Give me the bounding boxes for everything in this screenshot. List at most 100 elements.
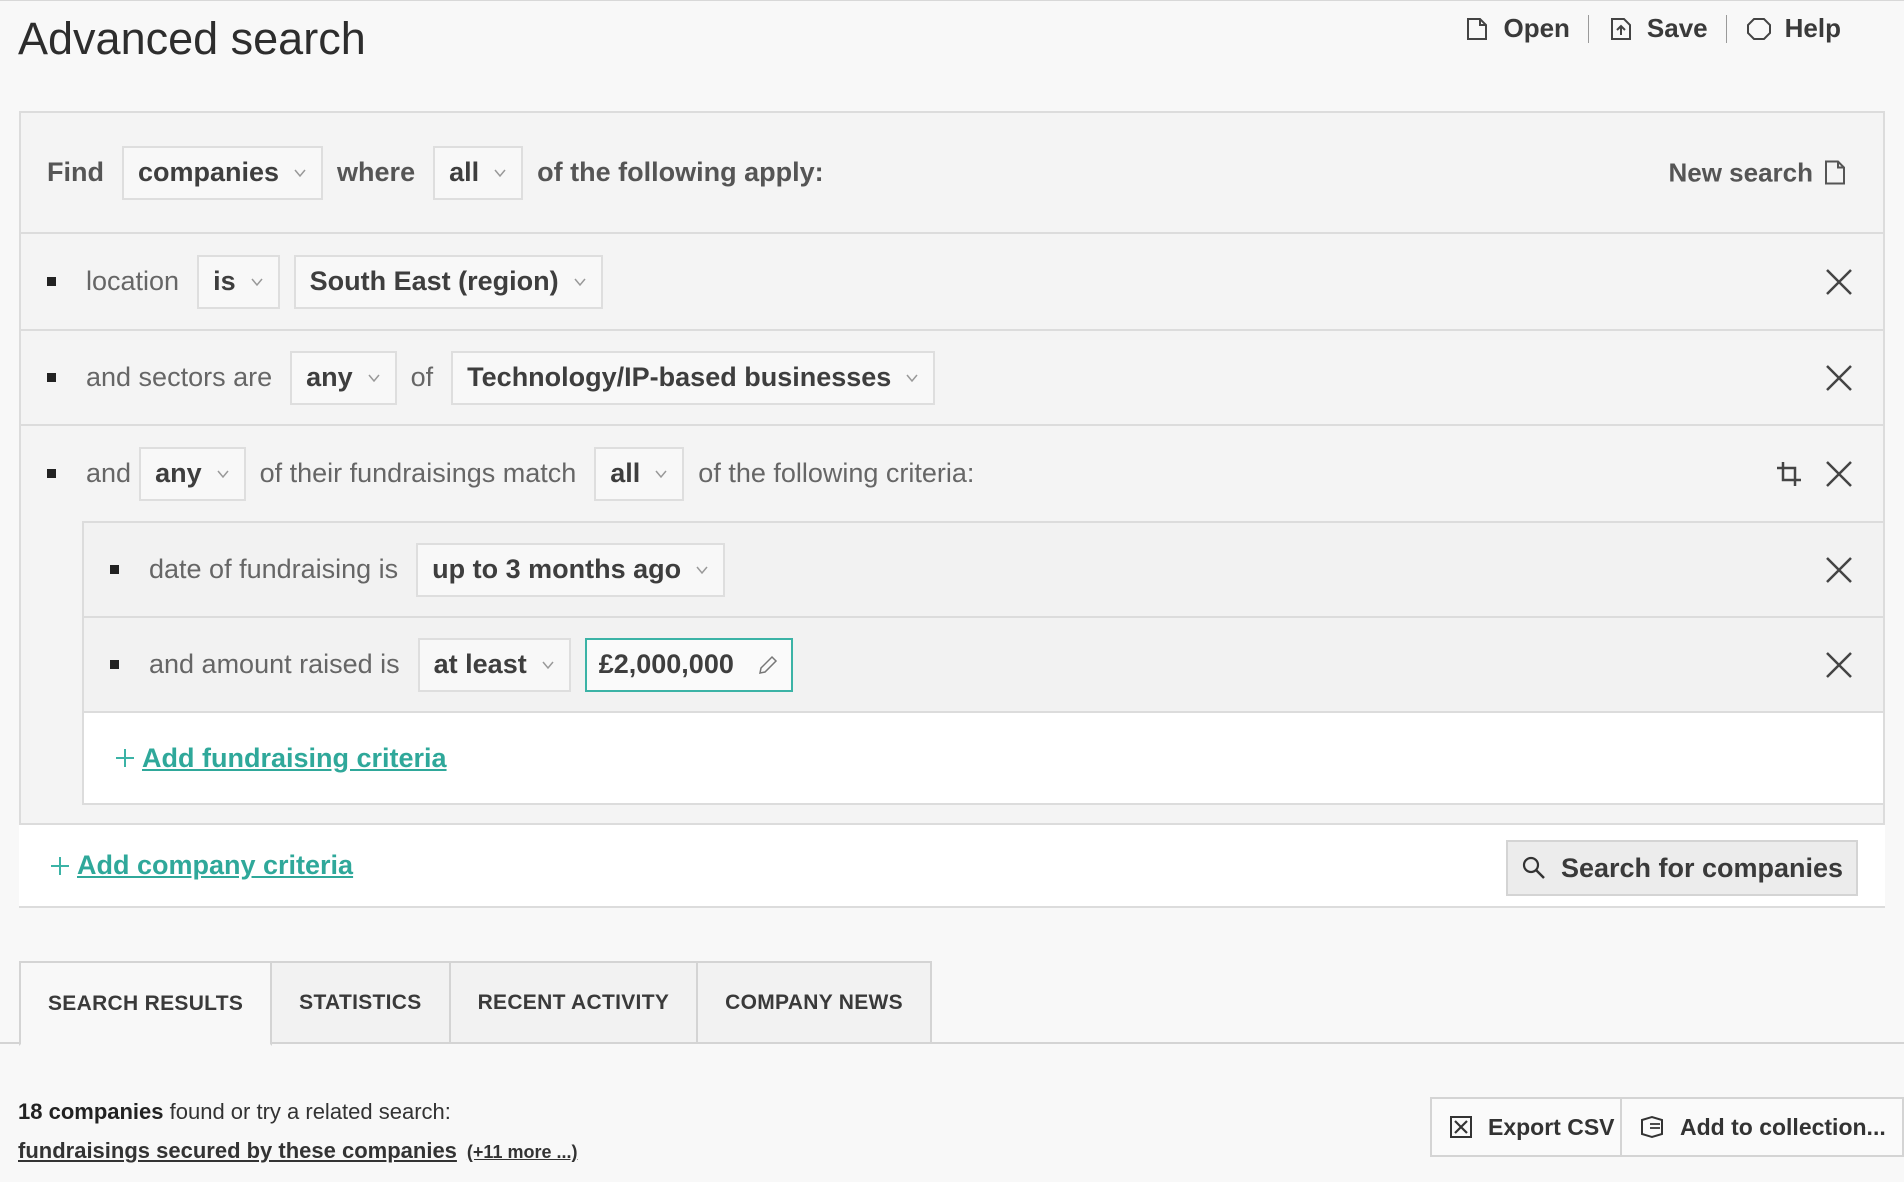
criteria-row-location: location is South East (region) bbox=[21, 234, 1883, 331]
export-csv-button[interactable]: Export CSV bbox=[1430, 1097, 1633, 1157]
plus-icon bbox=[116, 749, 134, 767]
new-document-icon bbox=[1825, 160, 1845, 185]
save-icon bbox=[1610, 17, 1631, 40]
crop-icon[interactable] bbox=[1775, 460, 1803, 488]
add-fundraising-label: Add fundraising criteria bbox=[142, 742, 447, 773]
open-label: Open bbox=[1503, 13, 1570, 43]
sectors-label: and sectors are bbox=[86, 362, 273, 392]
quantifier-value: any bbox=[306, 362, 353, 392]
location-label: location bbox=[86, 266, 180, 296]
amount-input[interactable]: £2,000,000 bbox=[584, 637, 793, 692]
and-label: and bbox=[86, 458, 132, 488]
sectors-quantifier-dropdown[interactable]: any bbox=[290, 350, 397, 405]
add-company-criteria-link[interactable]: Add company criteria bbox=[49, 850, 353, 881]
chevron-down-icon bbox=[542, 661, 554, 669]
bullet bbox=[47, 469, 56, 478]
close-icon[interactable] bbox=[1823, 266, 1855, 298]
operator-value: is bbox=[213, 266, 236, 296]
results-tabs: SEARCH RESULTS STATISTICS RECENT ACTIVIT… bbox=[19, 961, 932, 1046]
quantifier-value: any bbox=[155, 458, 202, 488]
chevron-down-icon bbox=[251, 278, 263, 286]
bullet bbox=[47, 277, 56, 286]
chevron-down-icon bbox=[294, 169, 306, 177]
page-title: Advanced search bbox=[18, 13, 366, 64]
search-builder: Find companies where all of the followin… bbox=[19, 111, 1885, 908]
fundraising-quantifier-dropdown[interactable]: any bbox=[139, 446, 246, 501]
top-actions: Open Save Help bbox=[1445, 13, 1859, 44]
add-fundraising-criteria-link[interactable]: Add fundraising criteria bbox=[114, 743, 447, 774]
criteria-row-sectors: and sectors are any of Technology/IP-bas… bbox=[21, 331, 1883, 426]
match-quantifier-value: all bbox=[610, 458, 641, 488]
criteria-label: of the following criteria: bbox=[698, 458, 975, 488]
where-label: where bbox=[337, 157, 416, 187]
tab-recent-activity[interactable]: RECENT ACTIVITY bbox=[450, 961, 699, 1044]
chevron-down-icon bbox=[217, 470, 229, 478]
close-icon[interactable] bbox=[1823, 554, 1855, 586]
quantifier-value: all bbox=[449, 157, 480, 187]
date-value: up to 3 months ago bbox=[432, 554, 682, 584]
apply-label: of the following apply: bbox=[537, 157, 824, 187]
amount-label: and amount raised is bbox=[149, 649, 400, 679]
bullet bbox=[110, 565, 119, 574]
close-icon[interactable] bbox=[1823, 649, 1855, 681]
save-button[interactable]: Save bbox=[1589, 13, 1726, 44]
related-search-link[interactable]: fundraisings secured by these companies bbox=[18, 1138, 457, 1164]
date-value-dropdown[interactable]: up to 3 months ago bbox=[416, 542, 726, 597]
amount-value: £2,000,000 bbox=[598, 649, 734, 679]
location-value: South East (region) bbox=[309, 266, 559, 296]
sectors-value-dropdown[interactable]: Technology/IP-based businesses bbox=[451, 350, 936, 405]
chevron-down-icon bbox=[655, 470, 667, 478]
new-search-button[interactable]: New search bbox=[1668, 157, 1847, 188]
fundraising-match-dropdown[interactable]: all bbox=[594, 446, 685, 501]
quantifier-dropdown[interactable]: all bbox=[433, 145, 524, 200]
add-fundraising-row: Add fundraising criteria bbox=[84, 713, 1883, 803]
close-icon[interactable] bbox=[1823, 362, 1855, 394]
add-to-collection-button[interactable]: Add to collection... bbox=[1620, 1097, 1904, 1157]
fundraising-criteria-group: date of fundraising is up to 3 months ag… bbox=[82, 521, 1883, 805]
results-summary: 18 companies found or try a related sear… bbox=[18, 1099, 451, 1125]
search-for-companies-button[interactable]: Search for companies bbox=[1506, 840, 1858, 896]
entity-dropdown[interactable]: companies bbox=[121, 145, 324, 200]
more-related-link[interactable]: (+11 more ...) bbox=[467, 1142, 578, 1163]
search-icon bbox=[1522, 856, 1545, 879]
find-label: Find bbox=[47, 157, 104, 187]
help-label: Help bbox=[1784, 13, 1841, 43]
location-value-dropdown[interactable]: South East (region) bbox=[293, 254, 603, 309]
match-label: of their fundraisings match bbox=[259, 458, 577, 488]
plus-icon bbox=[51, 856, 69, 875]
location-operator-dropdown[interactable]: is bbox=[197, 254, 280, 309]
open-button[interactable]: Open bbox=[1445, 13, 1587, 44]
sectors-value: Technology/IP-based businesses bbox=[467, 362, 892, 392]
excel-icon bbox=[1450, 1116, 1472, 1138]
chevron-down-icon bbox=[368, 374, 380, 382]
criteria-row-amount: and amount raised is at least £2,000,000 bbox=[84, 618, 1883, 713]
of-label: of bbox=[410, 362, 434, 392]
tab-statistics[interactable]: STATISTICS bbox=[272, 961, 451, 1044]
operator-value: at least bbox=[433, 649, 527, 679]
export-csv-label: Export CSV bbox=[1488, 1113, 1615, 1140]
add-to-collection-label: Add to collection... bbox=[1680, 1113, 1886, 1140]
add-company-label: Add company criteria bbox=[77, 850, 354, 880]
find-row: Find companies where all of the followin… bbox=[21, 113, 1883, 234]
amount-operator-dropdown[interactable]: at least bbox=[417, 637, 571, 692]
criteria-row-fundraising: and any of their fundraisings match all … bbox=[21, 426, 1883, 521]
related-searches: fundraisings secured by these companies … bbox=[18, 1138, 577, 1164]
pencil-icon bbox=[758, 655, 777, 674]
builder-footer: Add company criteria Search for companie… bbox=[19, 823, 1885, 908]
close-icon[interactable] bbox=[1823, 458, 1855, 490]
chevron-down-icon bbox=[574, 278, 586, 286]
new-search-label: New search bbox=[1668, 157, 1813, 187]
results-count: 18 companies bbox=[18, 1099, 164, 1124]
chevron-down-icon bbox=[906, 374, 918, 382]
bullet bbox=[47, 373, 56, 382]
date-label: date of fundraising is bbox=[149, 554, 399, 584]
chevron-down-icon bbox=[696, 566, 708, 574]
collection-icon bbox=[1641, 1115, 1663, 1139]
search-button-label: Search for companies bbox=[1560, 852, 1844, 883]
help-button[interactable]: Help bbox=[1727, 13, 1859, 44]
tab-company-news[interactable]: COMPANY NEWS bbox=[698, 961, 932, 1044]
criteria-row-date: date of fundraising is up to 3 months ag… bbox=[84, 523, 1883, 618]
chevron-down-icon bbox=[494, 169, 506, 177]
folder-icon bbox=[1467, 17, 1488, 40]
tab-search-results[interactable]: SEARCH RESULTS bbox=[19, 961, 273, 1046]
